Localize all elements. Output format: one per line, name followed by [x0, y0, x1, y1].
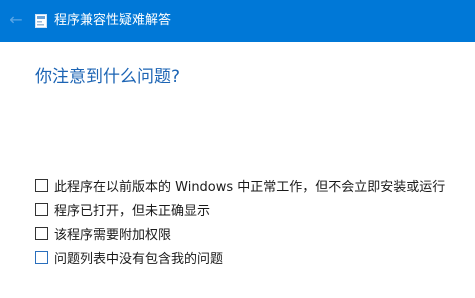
checkbox[interactable]: [35, 178, 48, 192]
troubleshooter-icon: [35, 14, 47, 28]
option-label: 问题列表中没有包含我的问题: [54, 251, 224, 267]
checkbox[interactable]: [35, 250, 48, 264]
question-heading: 你注意到什么问题?: [35, 67, 181, 87]
option-label: 程序已打开，但未正确显示: [54, 203, 211, 219]
option-display-incorrect[interactable]: 程序已打开，但未正确显示: [35, 197, 445, 221]
checkbox[interactable]: [35, 202, 48, 216]
checkbox[interactable]: [35, 226, 48, 240]
problem-options: 此程序在以前版本的 Windows 中正常工作，但不会立即安装或运行 程序已打开…: [35, 173, 445, 269]
title-bar: ← 程序兼容性疑难解答: [0, 0, 475, 42]
option-label: 该程序需要附加权限: [54, 227, 172, 243]
window-title: 程序兼容性疑难解答: [54, 13, 172, 28]
option-label: 此程序在以前版本的 Windows 中正常工作，但不会立即安装或运行: [54, 179, 446, 195]
back-arrow-icon[interactable]: ←: [6, 10, 26, 30]
option-problem-not-listed[interactable]: 问题列表中没有包含我的问题: [35, 245, 445, 269]
option-needs-permissions[interactable]: 该程序需要附加权限: [35, 221, 445, 245]
option-not-install-or-run[interactable]: 此程序在以前版本的 Windows 中正常工作，但不会立即安装或运行: [35, 173, 445, 197]
